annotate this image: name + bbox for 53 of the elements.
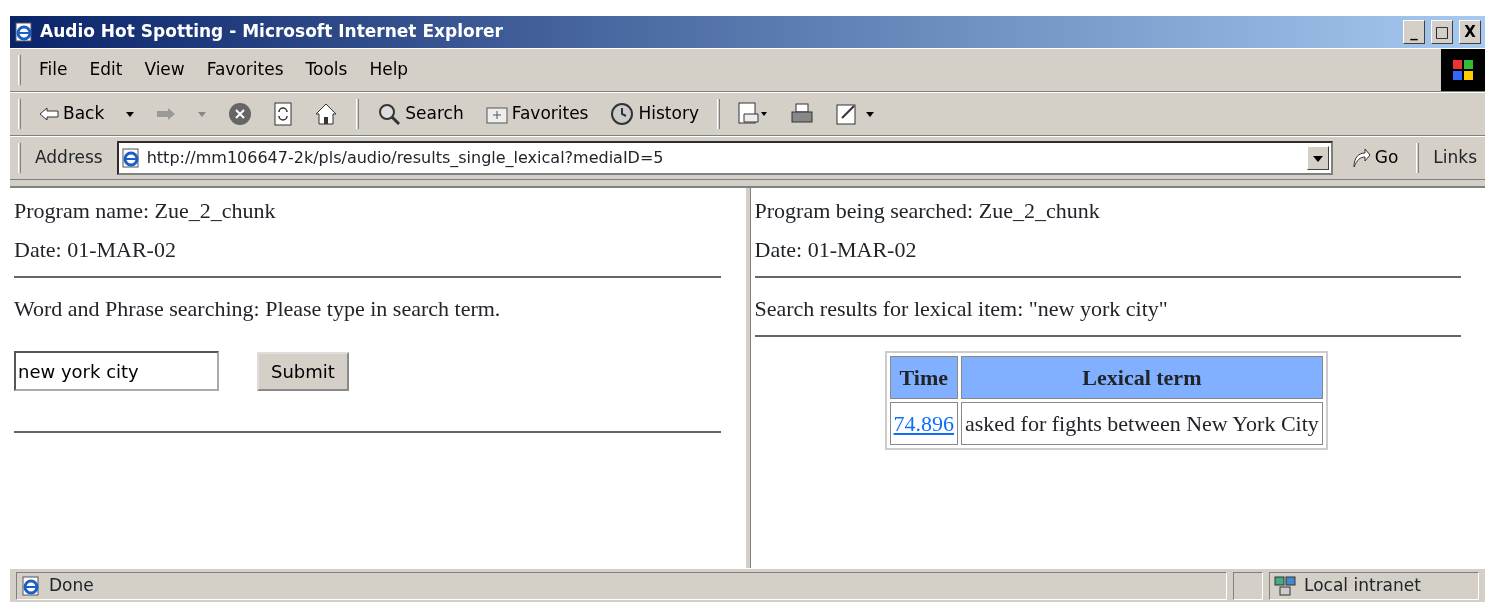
program-name: Program being searched: Zue_2_chunk: [754, 197, 1101, 225]
close-button[interactable]: X: [1459, 20, 1481, 44]
window-title: Audio Hot Spotting - Microsoft Internet Explorer: [40, 20, 504, 44]
clock-icon: [610, 102, 635, 126]
windows-logo-icon: [1441, 49, 1485, 91]
status-pane: [1233, 571, 1263, 600]
back-button[interactable]: Back: [35, 101, 109, 127]
search-field[interactable]: new york city: [14, 351, 219, 391]
program-name: Program name: Zue_2_chunk: [14, 197, 277, 225]
column-header: Lexical term: [961, 356, 1323, 399]
search-icon: [377, 102, 402, 126]
date-text: Date: 01-MAR-02: [14, 236, 177, 264]
mail-icon: [737, 102, 768, 126]
results-heading: Search results for lexical item: "new york city": [754, 295, 1169, 323]
menu-item[interactable]: Edit: [85, 57, 127, 83]
status-text: Done: [49, 573, 94, 597]
dropdown-button[interactable]: [1306, 146, 1329, 170]
date-text: Date: 01-MAR-02: [754, 236, 918, 264]
favorites-button[interactable]: Favorites: [481, 101, 593, 127]
menu-item[interactable]: View: [140, 57, 189, 83]
zone-text: Local intranet: [1304, 573, 1421, 597]
submit-button[interactable]: Submit: [257, 351, 349, 391]
address-field[interactable]: http://mm106647-2k/pls/audio/results_single_lexical?mediaID=5: [116, 141, 1333, 175]
printer-icon: [789, 102, 814, 126]
go-arrow-icon: [1350, 147, 1371, 169]
search-button[interactable]: Search: [373, 101, 468, 127]
network-icon: [1274, 575, 1296, 596]
folder-icon: [485, 104, 508, 124]
links-label: Links: [1433, 146, 1477, 170]
menu-item[interactable]: Favorites: [202, 57, 288, 83]
caret-icon: [198, 111, 207, 117]
go-button[interactable]: Go: [1346, 145, 1403, 171]
menu-item[interactable]: Help: [365, 57, 413, 83]
menu-item[interactable]: File: [35, 57, 72, 83]
minimize-button[interactable]: _: [1403, 20, 1425, 44]
search-prompt: Word and Phrase searching: Please type in search term.: [14, 295, 502, 323]
caret-icon: [1312, 155, 1323, 162]
browser-icon: [21, 575, 41, 596]
back-arrow-icon: [39, 107, 59, 121]
refresh-icon: [274, 102, 293, 126]
history-button[interactable]: History: [606, 101, 703, 127]
menu-item[interactable]: Tools: [301, 57, 352, 83]
caret-icon: [126, 111, 135, 117]
browser-icon: [14, 22, 34, 42]
maximize-button[interactable]: □: [1431, 20, 1453, 44]
edit-icon: [835, 102, 874, 126]
home-icon: [314, 102, 339, 126]
address-label: Address: [35, 146, 103, 170]
forward-arrow-icon: [156, 107, 177, 121]
stop-icon: [228, 102, 253, 126]
table-cell: asked for fights between New York City: [961, 402, 1323, 445]
browser-icon: [120, 148, 141, 168]
column-header: Time: [889, 356, 958, 399]
